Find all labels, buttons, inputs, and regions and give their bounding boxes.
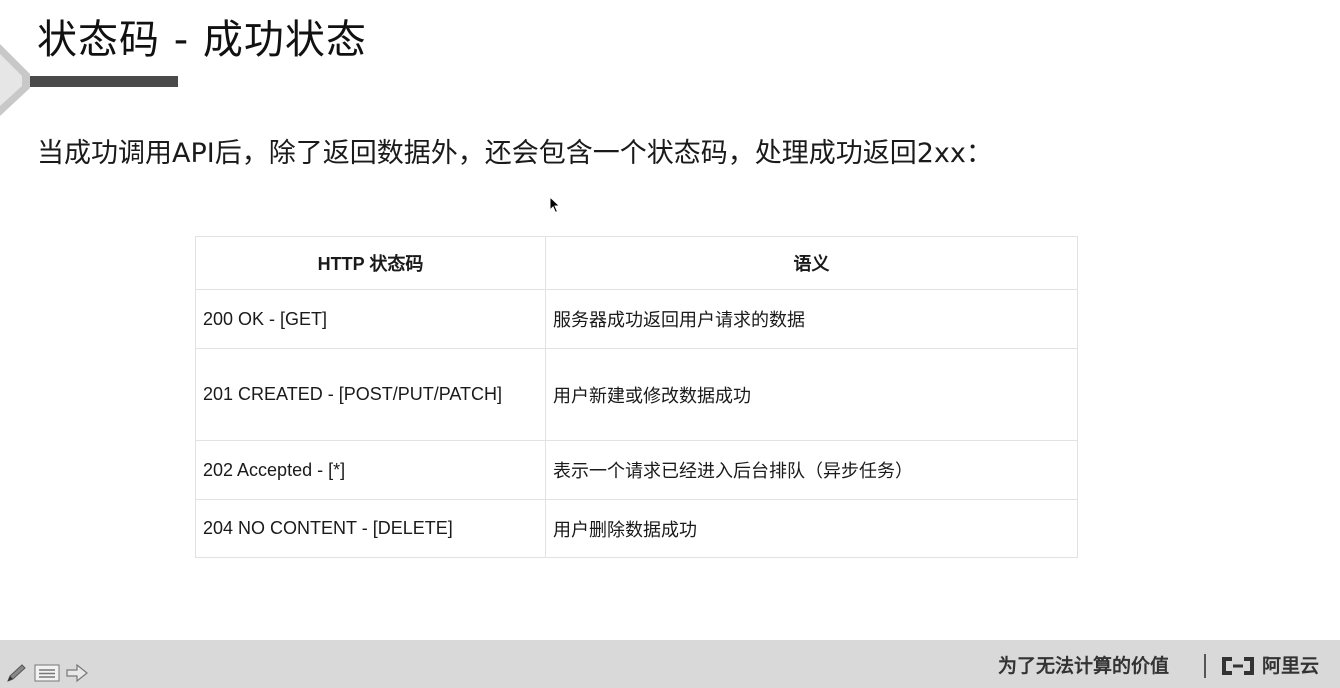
table-header-row: HTTP 状态码 语义 — [195, 236, 1078, 290]
menu-icon — [34, 664, 60, 682]
brand-name: 阿里云 — [1262, 655, 1320, 677]
status-code-table: HTTP 状态码 语义 200 OK - [GET] 服务器成功返回用户请求的数… — [195, 236, 1078, 558]
meaning-cell: 表示一个请求已经进入后台排队（异步任务） — [545, 440, 1078, 500]
status-code-cell: 204 NO CONTENT - [DELETE] — [195, 499, 546, 558]
next-arrow-icon — [66, 663, 88, 683]
footer-divider — [1204, 654, 1206, 678]
aliyun-logo-icon — [1222, 657, 1254, 675]
slide-menu-button[interactable] — [34, 662, 60, 684]
pen-tool-button[interactable] — [4, 662, 30, 684]
status-code-cell: 201 CREATED - [POST/PUT/PATCH] — [195, 348, 546, 441]
header-status-code: HTTP 状态码 — [195, 236, 546, 290]
slide-title: 状态码 - 成功状态 — [37, 17, 367, 63]
intro-text: 当成功调用API后，除了返回数据外，还会包含一个状态码，处理成功返回2xx： — [37, 138, 993, 169]
corner-decoration — [0, 44, 30, 116]
header-meaning: 语义 — [545, 236, 1078, 290]
next-slide-button[interactable] — [64, 662, 90, 684]
mouse-pointer-icon — [549, 196, 561, 214]
presentation-toolbar — [4, 662, 90, 684]
table-row: 204 NO CONTENT - [DELETE] 用户删除数据成功 — [195, 499, 1078, 558]
footer-slogan: 为了无法计算的价值 — [998, 655, 1170, 677]
meaning-cell: 用户新建或修改数据成功 — [545, 348, 1078, 441]
meaning-cell: 服务器成功返回用户请求的数据 — [545, 289, 1078, 349]
table-row: 201 CREATED - [POST/PUT/PATCH] 用户新建或修改数据… — [195, 348, 1078, 441]
table-row: 200 OK - [GET] 服务器成功返回用户请求的数据 — [195, 289, 1078, 349]
pen-icon — [7, 664, 26, 682]
meaning-cell: 用户删除数据成功 — [545, 499, 1078, 558]
status-code-cell: 202 Accepted - [*] — [195, 440, 546, 500]
table-row: 202 Accepted - [*] 表示一个请求已经进入后台排队（异步任务） — [195, 440, 1078, 500]
title-underline-bar — [30, 76, 178, 87]
status-code-cell: 200 OK - [GET] — [195, 289, 546, 349]
